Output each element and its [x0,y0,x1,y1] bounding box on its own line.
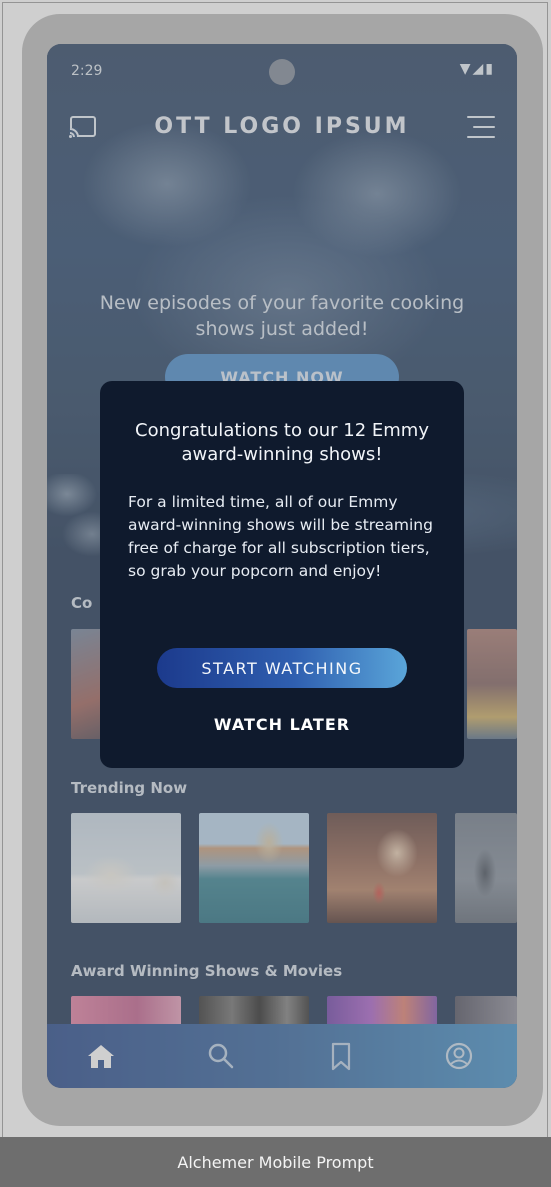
hero-headline: New episodes of your favorite cooking sh… [99,292,465,340]
trending-thumbnail-venice[interactable] [199,813,309,923]
status-icons: ▼◢▮ [459,61,495,77]
award-thumbnail-1[interactable] [71,996,181,1026]
section-title-continue: Co [71,594,93,612]
status-bar: 2:29 ▼◢▮ [47,44,517,100]
promo-dialog: Congratulations to our 12 Emmy award-win… [100,381,464,768]
trending-thumbnail-cave[interactable] [327,813,437,923]
menu-icon[interactable] [467,114,495,140]
status-time: 2:29 [71,63,103,79]
trending-thumbnail-polar-bears[interactable] [71,813,181,923]
award-thumbnail-3[interactable] [327,996,437,1026]
trending-thumbnail-4[interactable] [455,813,517,923]
camera-icon [269,59,295,85]
bottom-navigation [47,1024,517,1088]
profile-icon[interactable] [441,1038,477,1074]
caption-bar: Alchemer Mobile Prompt [0,1137,551,1187]
dialog-body: For a limited time, all of our Emmy awar… [128,493,433,580]
continue-thumbnail-2[interactable] [467,629,517,739]
start-watching-button[interactable]: START WATCHING [157,648,407,688]
watch-later-button[interactable]: WATCH LATER [157,707,407,741]
home-icon[interactable] [83,1038,119,1074]
bookmark-icon[interactable] [323,1038,359,1074]
section-title-trending: Trending Now [71,779,188,797]
section-title-award: Award Winning Shows & Movies [71,962,343,980]
award-thumbnail-2[interactable] [199,996,309,1026]
award-thumbnail-4[interactable] [455,996,517,1026]
dialog-title: Congratulations to our 12 Emmy award-win… [135,420,429,465]
app-logo: OTT LOGO IPSUM [154,114,410,139]
search-icon[interactable] [203,1038,239,1074]
